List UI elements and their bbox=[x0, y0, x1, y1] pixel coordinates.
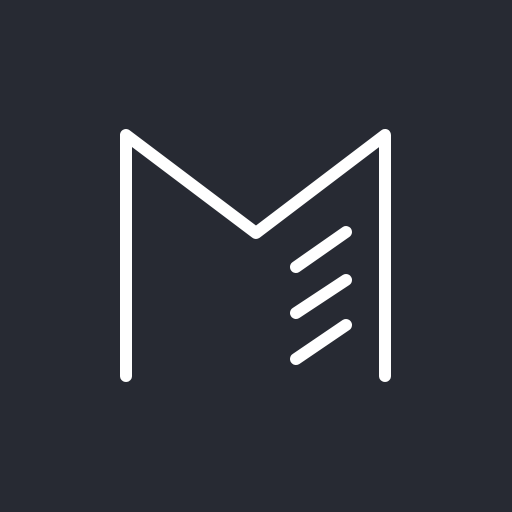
m-logo-icon bbox=[0, 0, 512, 512]
app-icon-canvas bbox=[0, 0, 512, 512]
logo-background bbox=[0, 0, 512, 512]
